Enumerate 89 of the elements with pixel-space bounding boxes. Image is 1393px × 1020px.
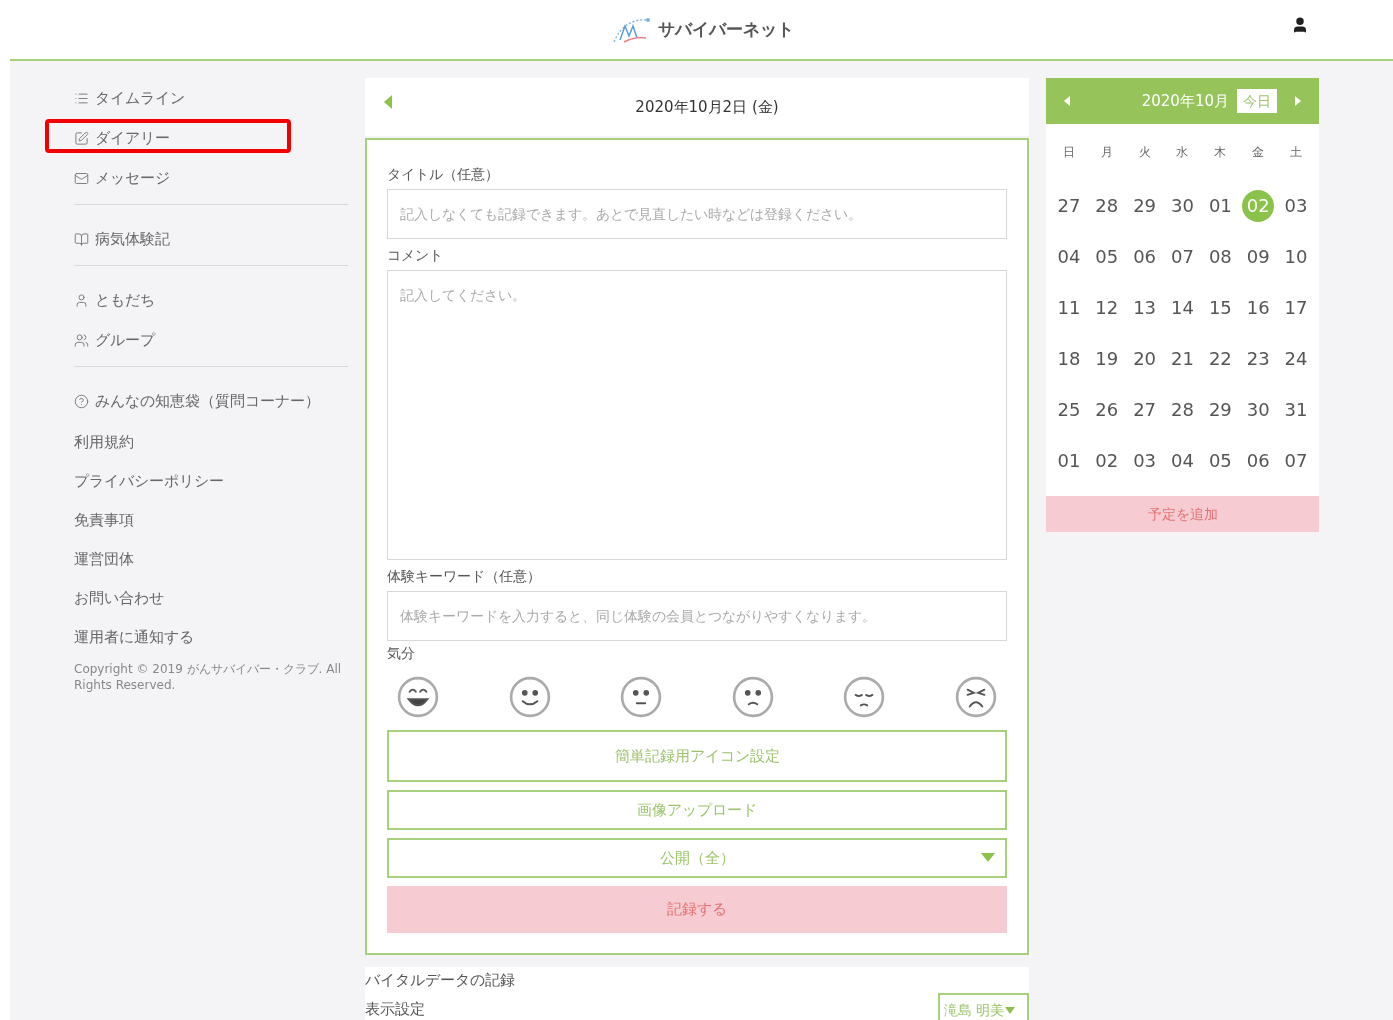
calendar-day[interactable]: 19 xyxy=(1090,342,1123,375)
footer-link[interactable]: プライバシーポリシー xyxy=(74,470,224,493)
person-icon xyxy=(74,292,89,308)
calendar-day[interactable]: 03 xyxy=(1128,444,1161,477)
diary-date: 2020年10月2日 (金) xyxy=(634,96,779,118)
weekday-label: 金 xyxy=(1251,144,1266,161)
calendar-day[interactable]: 04 xyxy=(1166,444,1199,477)
pencil-icon xyxy=(74,130,89,146)
calendar-day[interactable]: 25 xyxy=(1052,393,1085,426)
mood-face-button[interactable] xyxy=(620,676,663,718)
calendar-day[interactable]: 04 xyxy=(1052,240,1085,273)
copyright-text: Copyright © 2019 がんサバイバー・クラブ. All Rights Reserved. xyxy=(74,661,343,693)
people-icon xyxy=(74,332,89,348)
calendar-day[interactable]: 12 xyxy=(1090,291,1123,324)
calendar-day[interactable]: 05 xyxy=(1090,240,1123,273)
mood-face-button[interactable] xyxy=(731,676,774,718)
weekday-label: 水 xyxy=(1175,144,1190,161)
keyword-input[interactable]: 体験キーワードを入力すると、同じ体験の会員とつながりやすくなります。 xyxy=(387,591,1007,641)
calendar-day[interactable]: 29 xyxy=(1204,393,1237,426)
calendar-day[interactable]: 30 xyxy=(1166,189,1199,222)
calendar-day[interactable]: 29 xyxy=(1128,189,1161,222)
dropdown-arrow-icon xyxy=(1005,1006,1016,1014)
calendar-day[interactable]: 28 xyxy=(1090,189,1123,222)
user-icon[interactable] xyxy=(1291,16,1309,34)
calendar-day[interactable]: 17 xyxy=(1280,291,1313,324)
footer-link[interactable]: 運用者に通知する xyxy=(74,626,194,649)
comment-textarea[interactable]: 記入してください。 xyxy=(387,270,1007,560)
calendar-day[interactable]: 07 xyxy=(1166,240,1199,273)
footer-link[interactable]: 免責事項 xyxy=(74,509,134,532)
calendar-day[interactable]: 01 xyxy=(1204,189,1237,222)
sidebar-item[interactable]: 病気体験記 xyxy=(74,227,170,251)
footer-link[interactable]: 利用規約 xyxy=(74,431,134,454)
calendar-day[interactable]: 31 xyxy=(1280,393,1313,426)
calendar-day[interactable]: 30 xyxy=(1242,393,1275,426)
calendar-day[interactable]: 07 xyxy=(1280,444,1313,477)
field-label: 気分 xyxy=(387,644,416,663)
calendar-day[interactable]: 06 xyxy=(1242,444,1275,477)
sidebar-item[interactable]: みんなの知恵袋（質問コーナー） xyxy=(74,389,320,413)
footer-link[interactable]: お問い合わせ xyxy=(74,587,164,610)
calendar-day[interactable]: 05 xyxy=(1204,444,1237,477)
sidebar-item[interactable]: グループ xyxy=(74,328,155,352)
calendar-day[interactable]: 22 xyxy=(1204,342,1237,375)
calendar-day[interactable]: 28 xyxy=(1166,393,1199,426)
field-label: タイトル（任意） xyxy=(387,165,500,184)
footer-link[interactable]: 運営団体 xyxy=(74,548,134,571)
weekday-label: 火 xyxy=(1137,144,1152,161)
list-icon xyxy=(74,90,89,106)
field-label: 体験キーワード（任意） xyxy=(387,567,542,586)
calendar-day[interactable]: 27 xyxy=(1052,189,1085,222)
calendar-day[interactable]: 14 xyxy=(1166,291,1199,324)
calendar-day[interactable]: 02 xyxy=(1090,444,1123,477)
calendar-day[interactable]: 03 xyxy=(1280,189,1313,222)
book-icon xyxy=(74,231,89,247)
calendar-day[interactable]: 09 xyxy=(1242,240,1275,273)
calendar-day[interactable]: 01 xyxy=(1052,444,1085,477)
dropdown-arrow-icon xyxy=(981,853,995,862)
calendar-day[interactable]: 18 xyxy=(1052,342,1085,375)
weekday-label: 日 xyxy=(1061,144,1076,161)
calendar-day[interactable]: 15 xyxy=(1204,291,1237,324)
calendar-day[interactable]: 13 xyxy=(1128,291,1161,324)
calendar-month: 2020年10月 xyxy=(1141,90,1229,112)
section-title: バイタルデータの記録 xyxy=(365,970,516,991)
mood-face-button[interactable] xyxy=(954,676,997,718)
calendar-day[interactable]: 27 xyxy=(1128,393,1161,426)
sidebar-item[interactable]: タイムライン xyxy=(74,86,185,110)
calendar-day[interactable]: 26 xyxy=(1090,393,1123,426)
question-icon xyxy=(74,393,89,409)
mood-face-button[interactable] xyxy=(508,676,551,718)
weekday-label: 木 xyxy=(1213,144,1228,161)
title-input[interactable]: 記入しなくても記録できます。あとで見直したい時などは登録ください。 xyxy=(387,189,1007,239)
calendar-day[interactable]: 08 xyxy=(1204,240,1237,273)
sidebar-item[interactable]: ダイアリー xyxy=(74,126,170,150)
calendar-day[interactable]: 24 xyxy=(1280,342,1313,375)
sidebar-item[interactable]: メッセージ xyxy=(74,166,170,190)
envelope-icon xyxy=(74,170,89,186)
weekday-label: 月 xyxy=(1099,144,1114,161)
calendar-day[interactable]: 21 xyxy=(1166,342,1199,375)
weekday-label: 土 xyxy=(1289,144,1304,161)
field-label: コメント xyxy=(387,246,444,265)
calendar-day[interactable]: 11 xyxy=(1052,291,1085,324)
calendar-day[interactable]: 20 xyxy=(1128,342,1161,375)
site-logo-text[interactable]: サバイバーネット xyxy=(657,16,794,43)
calendar-day[interactable]: 23 xyxy=(1242,342,1275,375)
calendar-day[interactable]: 16 xyxy=(1242,291,1275,324)
display-settings-label: 表示設定 xyxy=(365,998,425,1020)
calendar-day[interactable]: 06 xyxy=(1128,240,1161,273)
mood-face-button[interactable] xyxy=(397,676,439,718)
sidebar-item[interactable]: ともだち xyxy=(74,288,155,312)
calendar-day[interactable]: 10 xyxy=(1280,240,1313,273)
